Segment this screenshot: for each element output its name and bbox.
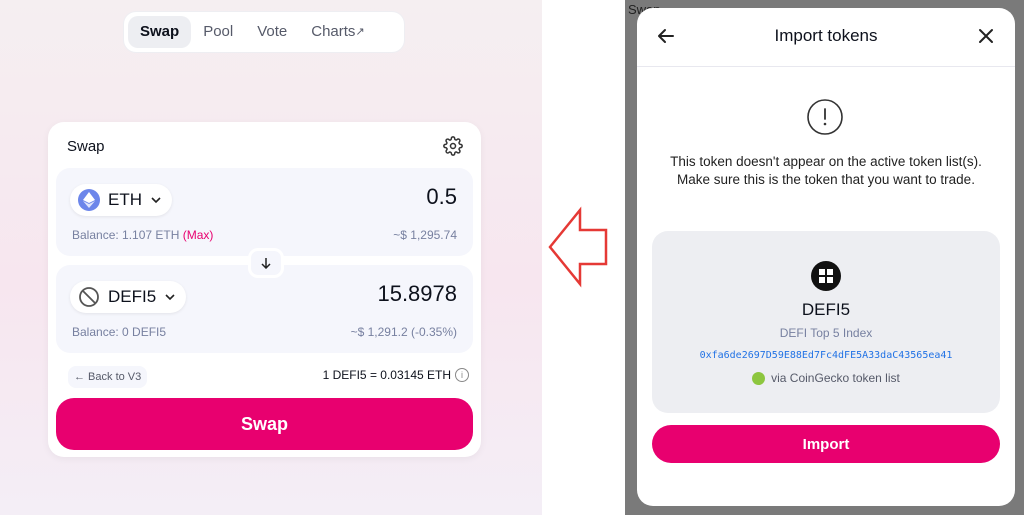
external-link-icon: ↗ [355, 26, 365, 38]
token-address-link[interactable]: 0xfa6de2697D59E88Ed7Fc4dFE5A33daC43565ea… [652, 350, 1000, 361]
max-button[interactable]: (Max) [183, 228, 214, 242]
output-token-symbol: DEFI5 [108, 287, 157, 306]
input-amount-field[interactable]: 0.5 [426, 184, 457, 210]
modal-header: Import tokens [637, 8, 1015, 67]
swap-card: Swap ETH 0.5 Balance: 1.107 ETH (Max) ~$… [48, 122, 481, 457]
info-icon: i [455, 368, 469, 382]
input-token-panel: ETH 0.5 Balance: 1.107 ETH (Max) ~$ 1,29… [56, 168, 473, 256]
swap-button[interactable]: Swap [56, 398, 473, 450]
output-token-select[interactable]: DEFI5 [70, 281, 187, 313]
token-list-source: via CoinGecko token list [652, 371, 1000, 385]
warning-message: This token doesn't appear on the active … [670, 154, 982, 187]
back-to-v3-link[interactable]: ← Back to V3 [68, 366, 148, 388]
input-usd-value: ~$ 1,295.74 [393, 228, 457, 242]
arrow-down-icon [261, 258, 271, 269]
input-balance-label: Balance: 1.107 ETH [72, 228, 180, 242]
eth-icon [78, 189, 100, 211]
tab-pool[interactable]: Pool [191, 16, 245, 48]
tab-vote[interactable]: Vote [245, 16, 299, 48]
token-symbol: DEFI5 [801, 300, 851, 319]
chevron-down-icon [151, 197, 161, 204]
input-token-select[interactable]: ETH [70, 184, 172, 216]
import-tokens-modal: Import tokens This token doesn't appear … [637, 8, 1015, 506]
tab-charts[interactable]: Charts↗ [299, 16, 376, 48]
exchange-rate-text: 1 DEFI5 = 0.03145 ETH [322, 368, 451, 382]
swap-page-background: Swap Pool Vote Charts↗ Swap ETH 0.5 Bala… [0, 0, 542, 515]
switch-direction-button[interactable] [248, 248, 284, 278]
input-balance: Balance: 1.107 ETH (Max) [72, 228, 213, 242]
top-nav: Swap Pool Vote Charts↗ [124, 12, 404, 52]
close-icon[interactable] [977, 27, 995, 45]
token-name: DEFI Top 5 Index [779, 326, 873, 340]
output-token-panel: DEFI5 15.8978 Balance: 0 DEFI5 ~$ 1,291.… [56, 265, 473, 353]
swap-card-title: Swap [67, 138, 105, 155]
token-source-label: via CoinGecko token list [771, 371, 900, 385]
import-button[interactable]: Import [652, 425, 1000, 463]
tab-charts-label: Charts [311, 23, 356, 40]
input-token-symbol: ETH [108, 190, 142, 209]
chevron-down-icon [165, 294, 175, 301]
token-info-card: DEFI5 DEFI Top 5 Index 0xfa6de2697D59E88… [652, 231, 1000, 413]
exchange-rate[interactable]: 1 DEFI5 = 0.03145 ETH i [323, 368, 469, 382]
defi5-logo-icon [811, 261, 841, 291]
alert-circle-icon [807, 99, 843, 135]
output-amount-field[interactable]: 15.8978 [377, 281, 457, 307]
output-usd-value: ~$ 1,291.2 (-0.35%) [350, 325, 457, 339]
coingecko-icon [752, 371, 766, 385]
output-balance: Balance: 0 DEFI5 [72, 325, 167, 339]
modal-title: Import tokens [774, 26, 878, 45]
unknown-token-icon [79, 287, 99, 307]
gear-icon[interactable] [443, 136, 463, 156]
tab-swap[interactable]: Swap [128, 16, 192, 48]
arrow-left-icon [548, 206, 608, 288]
